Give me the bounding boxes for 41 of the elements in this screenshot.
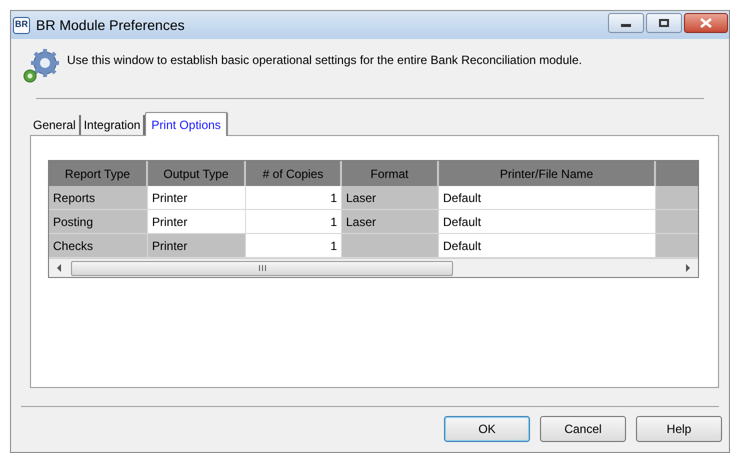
column-header[interactable]: Output Type: [148, 161, 246, 186]
column-header[interactable]: Format: [342, 161, 439, 186]
tab[interactable]: Print Options: [145, 112, 228, 136]
app-icon: BR: [13, 16, 30, 34]
maximize-button[interactable]: [646, 13, 682, 33]
table-cell[interactable]: Default: [439, 210, 656, 234]
column-header[interactable]: Report Type: [49, 161, 148, 186]
table-cell[interactable]: Checks: [49, 234, 148, 258]
table-cell[interactable]: [656, 186, 698, 210]
table-cell[interactable]: Posting: [49, 210, 148, 234]
table-cell[interactable]: 1: [246, 186, 342, 210]
table-cell[interactable]: [656, 210, 698, 234]
dialog-button[interactable]: OK: [444, 416, 530, 442]
table-cell[interactable]: Laser: [342, 210, 439, 234]
table-cell[interactable]: Printer: [148, 186, 246, 210]
scrollbar-thumb[interactable]: [71, 260, 453, 276]
grip-icon: [258, 265, 266, 271]
scroll-right-icon: [686, 264, 690, 272]
intro-text: Use this window to establish basic operational settings for the entire Bank Reconciliation module.: [67, 52, 582, 69]
table-cell[interactable]: Reports: [49, 186, 148, 210]
table-cell[interactable]: Default: [439, 186, 656, 210]
maximize-icon: [659, 19, 669, 27]
dialog-button[interactable]: Help: [636, 416, 722, 442]
horizontal-scrollbar[interactable]: [49, 258, 698, 277]
table-cell[interactable]: 1: [246, 210, 342, 234]
table-cell[interactable]: 1: [246, 234, 342, 258]
column-header[interactable]: # of Copies: [246, 161, 342, 186]
close-button[interactable]: [684, 13, 728, 33]
minimize-button[interactable]: [608, 13, 644, 33]
table-cell[interactable]: Laser: [342, 186, 439, 210]
close-icon: [700, 18, 712, 28]
table-cell[interactable]: [656, 234, 698, 258]
scroll-left-icon: [57, 264, 61, 272]
dialog-button[interactable]: Cancel: [540, 416, 626, 442]
minimize-icon: [621, 24, 631, 27]
table-cell[interactable]: [342, 234, 439, 258]
table-cell[interactable]: Printer: [148, 234, 246, 258]
window-title: BR Module Preferences: [36, 16, 185, 34]
table-cell[interactable]: Printer: [148, 210, 246, 234]
column-header[interactable]: Printer/File Name: [439, 161, 656, 186]
table-cell[interactable]: Default: [439, 234, 656, 258]
